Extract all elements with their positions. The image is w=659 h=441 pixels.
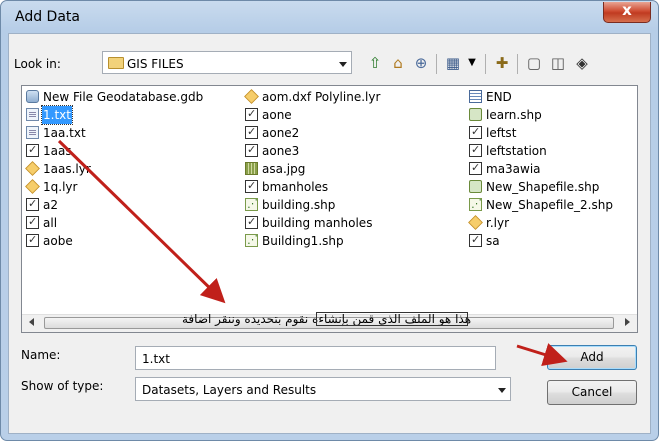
layer-file-icon	[468, 215, 483, 230]
feature-class-icon	[26, 231, 39, 249]
layer-file-icon	[25, 179, 40, 194]
annotation-highlight-box	[316, 312, 468, 326]
feature-class-icon	[469, 141, 482, 159]
close-button[interactable]: x	[603, 1, 651, 23]
polygon-shapefile-icon	[469, 180, 482, 193]
window-title: Add Data	[15, 9, 80, 25]
feature-class-icon	[26, 213, 39, 231]
shapefile-icon	[245, 231, 258, 249]
look-in-dropdown[interactable]: GIS FILES	[102, 51, 352, 74]
feature-class-icon	[245, 213, 258, 231]
feature-class-icon	[469, 123, 482, 141]
dialog-body: Look in: GIS FILES ⇧ ⌂ ⊕ ▦ ▼ ✚ ▢ ◫ ◈ New…	[8, 33, 651, 434]
shapefile-icon	[245, 195, 258, 213]
name-field[interactable]: 1.txt	[135, 346, 496, 370]
chevron-down-icon[interactable]	[493, 378, 510, 400]
folder-icon	[108, 57, 124, 69]
new-folder-icon[interactable]: ✚	[491, 52, 513, 74]
toolbar-separator	[436, 54, 437, 74]
feature-class-icon	[245, 123, 258, 141]
text-file-icon	[26, 126, 39, 139]
show-of-type-label: Show of type:	[21, 379, 104, 393]
view-dropdown-icon[interactable]: ▼	[461, 52, 483, 74]
file-list[interactable]: New File Geodatabase.gdb 1.txt 1aa.txt 1…	[21, 85, 638, 333]
feature-class-icon	[26, 141, 39, 159]
layer-file-icon	[25, 161, 40, 176]
feature-class-icon	[245, 105, 258, 123]
chevron-down-icon[interactable]	[334, 52, 351, 73]
up-one-level-icon[interactable]: ⇧	[364, 52, 386, 74]
raster-icon	[245, 162, 258, 175]
home-icon[interactable]: ⌂	[387, 52, 409, 74]
feature-class-icon	[469, 231, 482, 249]
title-bar[interactable]: Add Data x	[1, 1, 658, 33]
horizontal-scrollbar[interactable]: هذا هو الملف الذي قمن بإنشاءه نقوم بتحدي…	[22, 312, 637, 332]
geodatabase-icon	[26, 90, 39, 103]
layer-file-icon	[244, 89, 259, 104]
catalog-icon[interactable]: ▢	[523, 52, 545, 74]
add-data-dialog: Add Data x Look in: GIS FILES ⇧ ⌂ ⊕ ▦ ▼ …	[0, 0, 659, 441]
show-of-type-dropdown[interactable]: Datasets, Layers and Results	[135, 377, 511, 401]
look-in-label: Look in:	[14, 57, 61, 71]
toolbox-icon[interactable]: ◫	[547, 52, 569, 74]
connect-folder-icon[interactable]: ⊕	[410, 52, 432, 74]
show-of-type-value: Datasets, Layers and Results	[142, 383, 317, 397]
feature-class-icon	[26, 195, 39, 213]
feature-class-icon	[245, 177, 258, 195]
table-icon	[469, 90, 482, 103]
close-icon: x	[622, 1, 632, 19]
feature-class-icon	[245, 141, 258, 159]
toolbar-separator	[517, 54, 518, 74]
name-field-value: 1.txt	[142, 352, 170, 366]
scroll-left-icon[interactable]	[29, 318, 34, 326]
look-in-value: GIS FILES	[127, 57, 184, 71]
shapefile-icon	[469, 195, 482, 213]
feature-class-icon	[469, 159, 482, 177]
cancel-button[interactable]: Cancel	[547, 380, 637, 405]
name-label: Name:	[21, 348, 61, 362]
add-to-map-icon[interactable]: ◈	[571, 52, 593, 74]
scroll-right-icon[interactable]	[625, 318, 630, 326]
add-button[interactable]: Add	[547, 345, 637, 370]
toolbar-separator	[485, 54, 486, 74]
polygon-shapefile-icon	[469, 108, 482, 121]
text-file-icon	[26, 108, 39, 121]
